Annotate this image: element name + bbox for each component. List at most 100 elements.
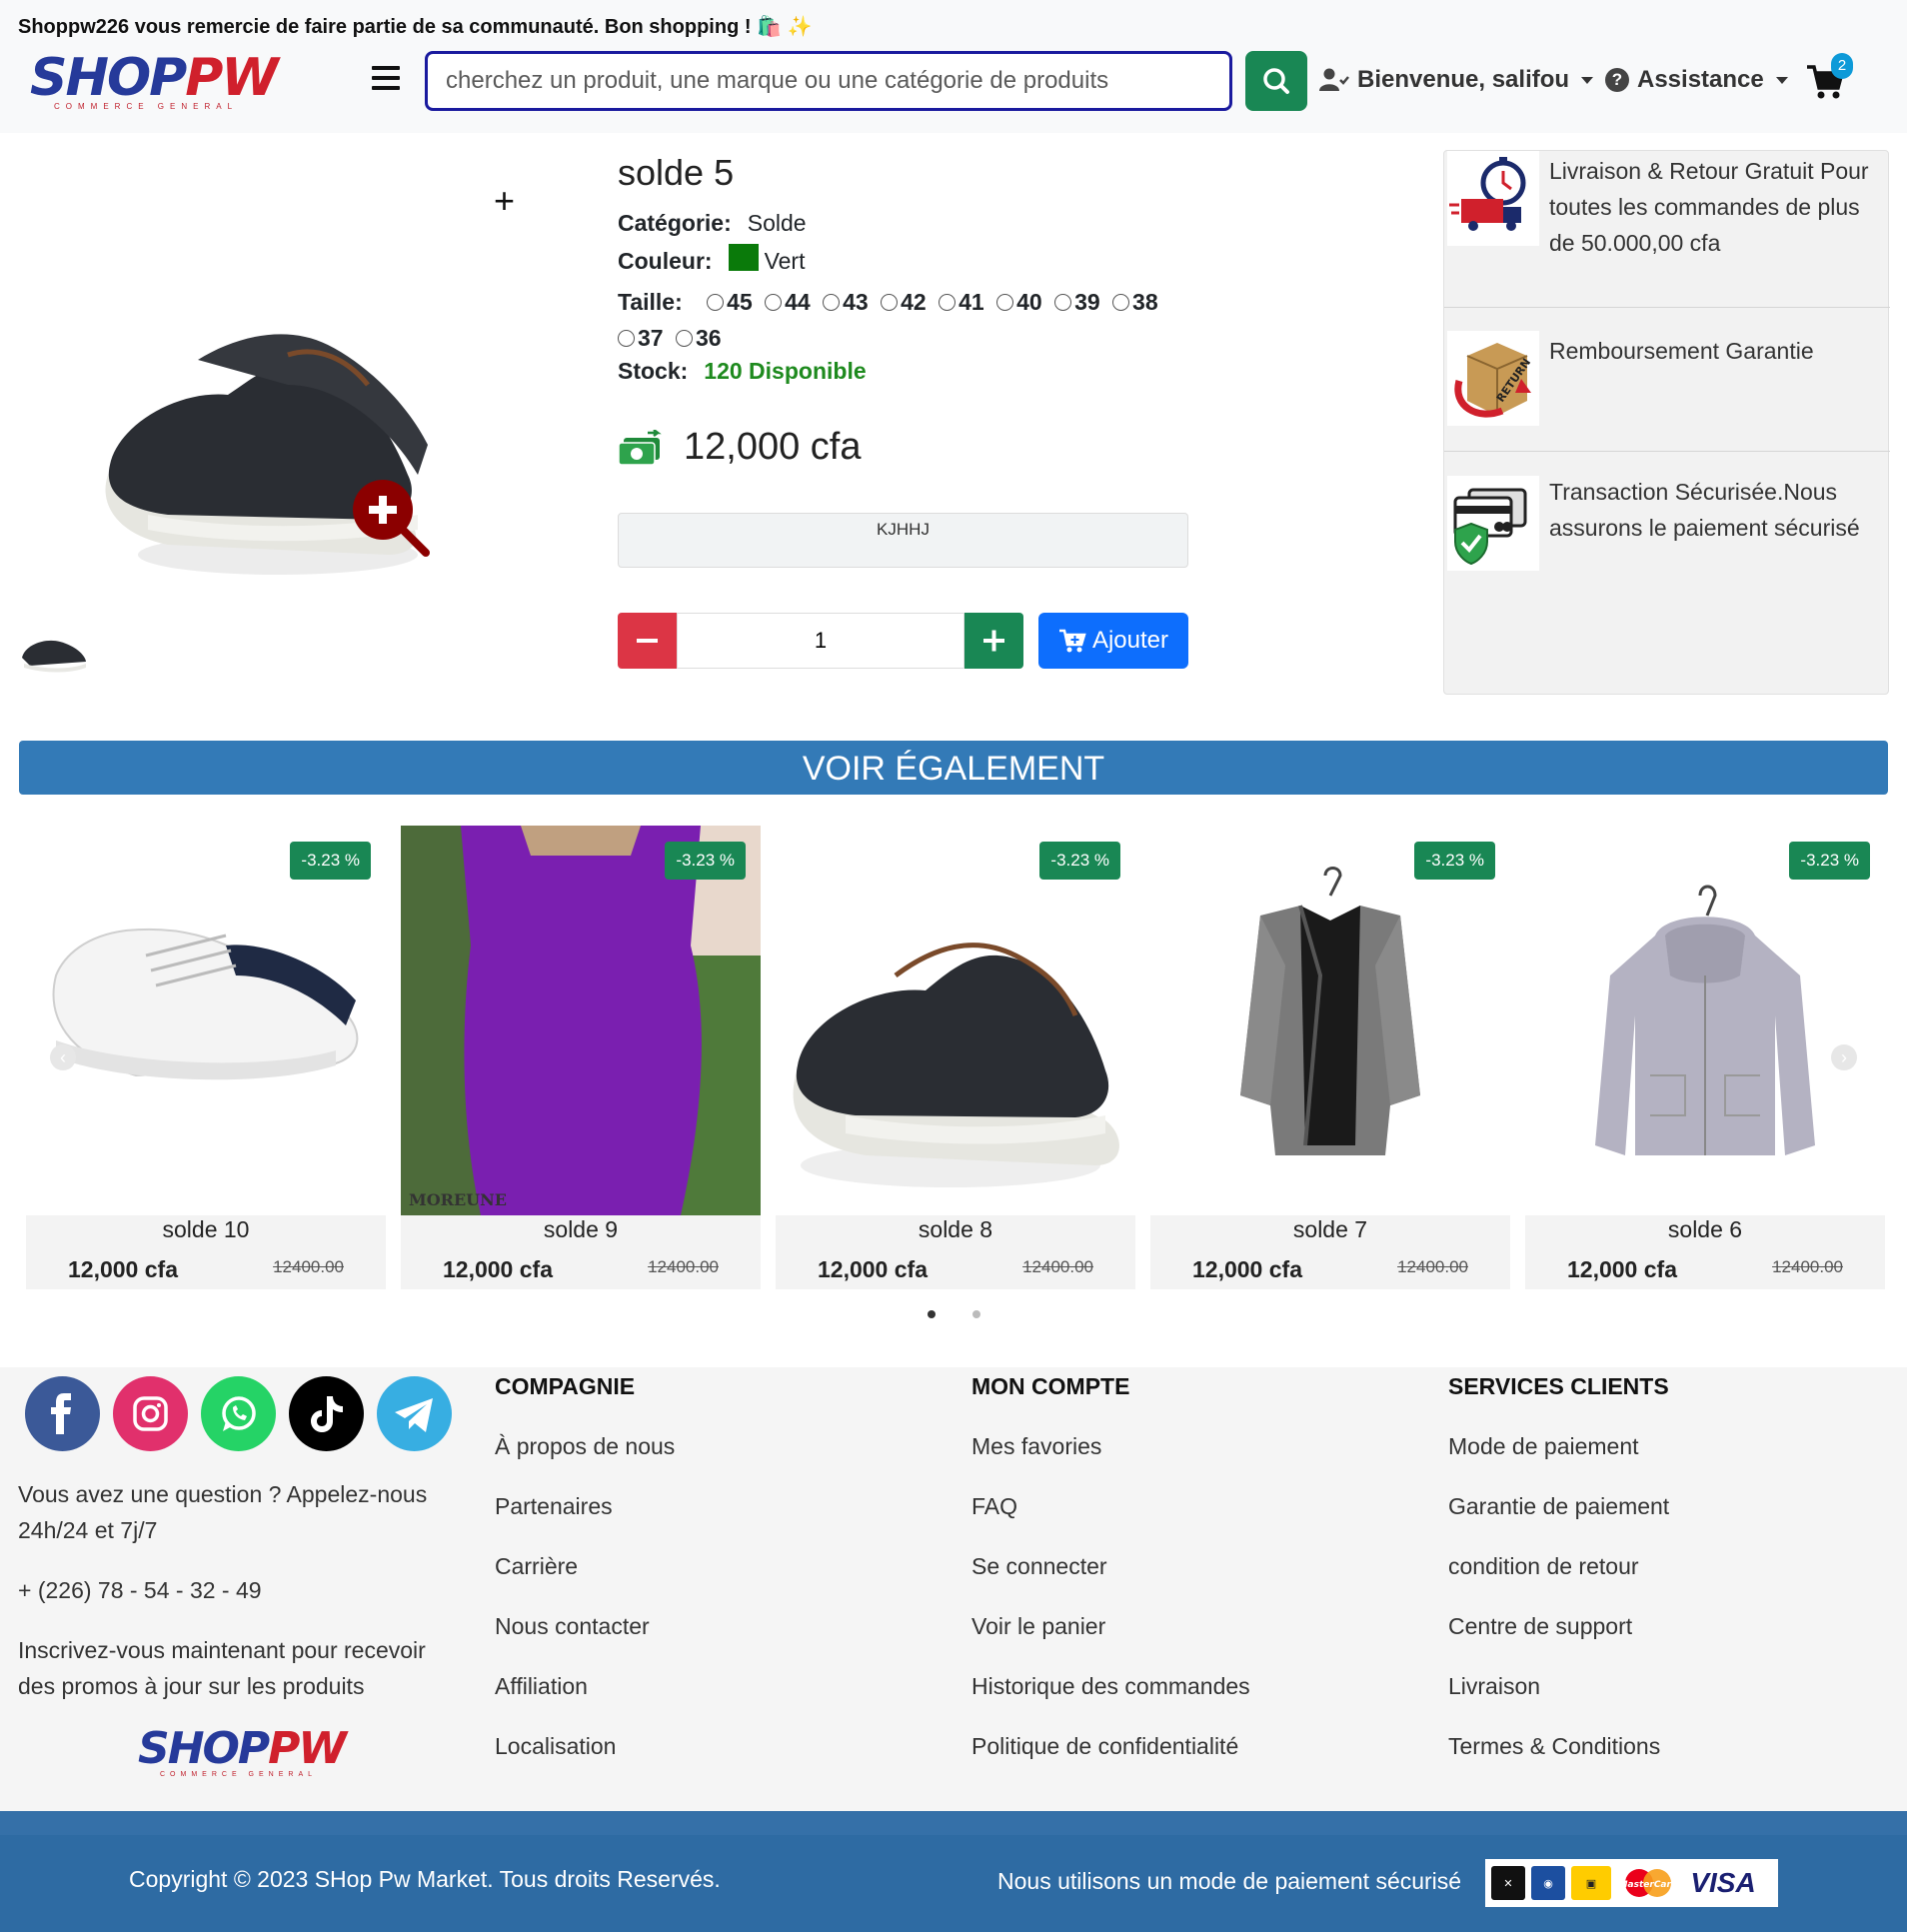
facebook-icon[interactable] xyxy=(25,1376,100,1451)
product-card-name[interactable]: solde 9 xyxy=(401,1216,761,1243)
radio-icon[interactable] xyxy=(881,294,899,311)
product-card-name[interactable]: solde 8 xyxy=(776,1216,1135,1243)
size-selector: Taille: 45 44 43 42 41 40 39 38 37 36 xyxy=(618,284,1187,356)
menu-icon[interactable] xyxy=(372,66,400,90)
product-card-price: 12,000 cfa xyxy=(68,1256,178,1282)
size-option[interactable]: 39 xyxy=(1054,284,1100,320)
radio-icon[interactable] xyxy=(823,294,841,311)
instagram-icon[interactable] xyxy=(113,1376,188,1451)
cart-plus-icon xyxy=(1058,629,1086,653)
size-option[interactable]: 44 xyxy=(765,284,811,320)
mastercard-icon: MasterCard xyxy=(1617,1866,1679,1900)
radio-icon[interactable] xyxy=(1054,294,1072,311)
quantity-input[interactable] xyxy=(677,613,964,669)
product-main-image[interactable] xyxy=(88,315,518,590)
footer-phone[interactable]: + (226) 78 - 54 - 32 - 49 xyxy=(18,1572,458,1608)
product-card-old-price: 12400.00 xyxy=(1397,1257,1468,1276)
product-card-image[interactable]: -3.23 % xyxy=(26,826,386,1215)
quantity-increase-button[interactable] xyxy=(964,613,1023,669)
product-card-image[interactable]: MOREUNE -3.23 % xyxy=(401,826,761,1215)
radio-icon[interactable] xyxy=(765,294,783,311)
discount-badge: -3.23 % xyxy=(665,842,746,880)
logo-tagline: COMMERCE GENERAL xyxy=(54,102,239,111)
product-card-old-price: 12400.00 xyxy=(1022,1257,1093,1276)
footer-link[interactable]: condition de retour xyxy=(1448,1553,1639,1580)
tiktok-icon[interactable] xyxy=(289,1376,364,1451)
radio-icon[interactable] xyxy=(939,294,956,311)
product-card[interactable]: -3.23 % solde 7 12,000 cfa 12400.00 xyxy=(1150,826,1510,1289)
radio-icon[interactable] xyxy=(996,294,1014,311)
account-menu[interactable]: Bienvenue, salifou xyxy=(1319,66,1594,94)
product-card-name[interactable]: solde 6 xyxy=(1525,1216,1885,1243)
product-card-price: 12,000 cfa xyxy=(818,1256,928,1282)
quantity-decrease-button[interactable] xyxy=(618,613,677,669)
footer-link[interactable]: Mode de paiement xyxy=(1448,1433,1639,1460)
whatsapp-icon[interactable] xyxy=(201,1376,276,1451)
assistance-menu[interactable]: ? Assistance xyxy=(1605,66,1788,94)
size-option[interactable]: 37 xyxy=(618,320,664,356)
category-value: Solde xyxy=(747,210,807,236)
cart-count-badge: 2 xyxy=(1831,53,1853,79)
size-option[interactable]: 40 xyxy=(996,284,1042,320)
product-card-image[interactable]: -3.23 % xyxy=(1150,826,1510,1215)
product-card-image[interactable]: -3.23 % xyxy=(1525,826,1885,1215)
add-to-cart-button[interactable]: Ajouter xyxy=(1038,613,1188,669)
footer-link[interactable]: FAQ xyxy=(971,1493,1017,1520)
product-card[interactable]: -3.23 % solde 10 12,000 cfa 12400.00 xyxy=(26,826,386,1289)
radio-icon[interactable] xyxy=(1112,294,1130,311)
product-card-old-price: 12400.00 xyxy=(273,1257,344,1276)
size-option[interactable]: 36 xyxy=(675,320,722,356)
footer-link[interactable]: À propos de nous xyxy=(495,1433,675,1460)
carousel-next-icon[interactable]: › xyxy=(1831,1044,1857,1070)
question-circle-icon: ? xyxy=(1605,68,1629,92)
announcement-text: Shoppw226 vous remercie de faire partie … xyxy=(18,16,813,38)
footer-logo[interactable]: SHOPPW COMMERCE GENERAL xyxy=(138,1723,347,1787)
footer-link[interactable]: Partenaires xyxy=(495,1493,613,1520)
footer-link[interactable]: Carrière xyxy=(495,1553,578,1580)
product-card-image[interactable]: -3.23 % xyxy=(776,826,1135,1215)
radio-icon[interactable] xyxy=(707,294,725,311)
product-title: solde 5 xyxy=(618,152,735,193)
copyright-text: Copyright © 2023 SHop Pw Market. Tous dr… xyxy=(129,1866,721,1892)
footer-link[interactable]: Mes favories xyxy=(971,1433,1101,1460)
plus-icon[interactable]: + xyxy=(494,180,515,222)
footer-link[interactable]: Termes & Conditions xyxy=(1448,1733,1660,1760)
product-card-name[interactable]: solde 10 xyxy=(26,1216,386,1243)
footer-link[interactable]: Affiliation xyxy=(495,1673,588,1700)
carousel-prev-icon[interactable]: ‹ xyxy=(50,1044,76,1070)
footer-link[interactable]: Localisation xyxy=(495,1733,616,1760)
size-label: Taille: xyxy=(618,289,683,315)
secure-payment-text: Nous utilisons un mode de paiement sécur… xyxy=(997,1868,1462,1894)
search-button[interactable] xyxy=(1245,51,1307,111)
footer-link[interactable]: Voir le panier xyxy=(971,1613,1105,1640)
size-option[interactable]: 41 xyxy=(939,284,984,320)
carousel-dot-active[interactable] xyxy=(928,1310,936,1318)
search-input[interactable] xyxy=(425,51,1232,111)
footer-link[interactable]: Politique de confidentialité xyxy=(971,1733,1238,1760)
divider xyxy=(1444,307,1890,308)
size-option[interactable]: 43 xyxy=(823,284,869,320)
product-thumbnail[interactable] xyxy=(20,630,90,675)
size-option[interactable]: 42 xyxy=(881,284,927,320)
product-price-row: 12,000 cfa xyxy=(618,426,861,469)
product-card[interactable]: MOREUNE -3.23 % solde 9 12,000 cfa 12400… xyxy=(401,826,761,1289)
radio-icon[interactable] xyxy=(618,330,635,347)
telegram-icon[interactable] xyxy=(377,1376,452,1451)
size-option[interactable]: 45 xyxy=(707,284,753,320)
discount-badge: -3.23 % xyxy=(290,842,371,880)
footer-link[interactable]: Livraison xyxy=(1448,1673,1540,1700)
visa-icon: VISA xyxy=(1690,1867,1756,1898)
footer-link[interactable]: Centre de support xyxy=(1448,1613,1632,1640)
logo-wordmark: SHOPPW xyxy=(138,1723,347,1774)
product-card-name[interactable]: solde 7 xyxy=(1150,1216,1510,1243)
carousel-dot[interactable] xyxy=(972,1310,980,1318)
product-card[interactable]: -3.23 % solde 8 12,000 cfa 12400.00 xyxy=(776,826,1135,1289)
footer-link[interactable]: Historique des commandes xyxy=(971,1673,1250,1700)
discount-badge: -3.23 % xyxy=(1789,842,1870,880)
size-option[interactable]: 38 xyxy=(1112,284,1158,320)
footer-link[interactable]: Se connecter xyxy=(971,1553,1107,1580)
radio-icon[interactable] xyxy=(675,330,693,347)
site-logo[interactable]: SHOPPW COMMERCE GENERAL xyxy=(30,46,279,116)
footer-link[interactable]: Garantie de paiement xyxy=(1448,1493,1669,1520)
footer-link[interactable]: Nous contacter xyxy=(495,1613,650,1640)
